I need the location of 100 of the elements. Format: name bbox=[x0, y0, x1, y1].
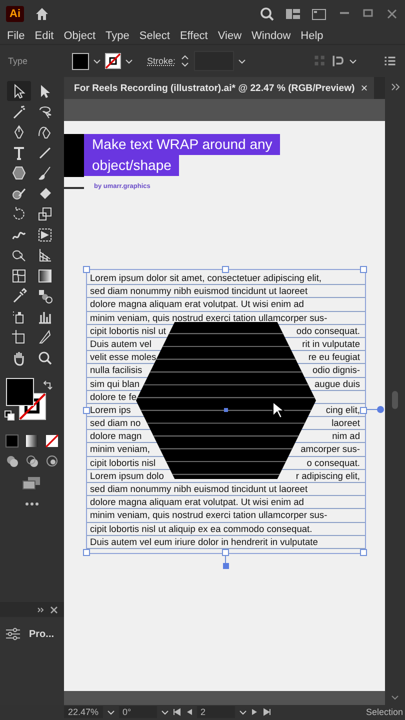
zoom-icon[interactable] bbox=[37, 350, 53, 366]
selection-handle[interactable] bbox=[222, 549, 229, 556]
menu-item[interactable]: Select bbox=[134, 30, 175, 42]
scrollbar-thumb[interactable] bbox=[392, 391, 398, 409]
previous-page-icon[interactable] bbox=[184, 708, 193, 716]
type-tool-icon[interactable] bbox=[11, 144, 27, 160]
eyedropper-icon[interactable] bbox=[11, 288, 27, 304]
color-swatch-icon[interactable] bbox=[5, 434, 19, 448]
home-icon[interactable] bbox=[34, 6, 50, 22]
text-fragment: velit esse moles bbox=[90, 351, 156, 364]
text-fragment: cipit lobortis nisl bbox=[90, 456, 156, 469]
screen-mode-icon[interactable] bbox=[22, 476, 42, 490]
none-swatch-icon[interactable] bbox=[45, 434, 59, 448]
list-menu-icon[interactable] bbox=[383, 54, 397, 68]
swap-arrow-icon[interactable] bbox=[42, 380, 54, 392]
fill-swatch[interactable] bbox=[72, 52, 89, 70]
menu-item[interactable]: Help bbox=[296, 30, 328, 42]
panel-window-icon[interactable] bbox=[311, 6, 327, 22]
selection-handle[interactable] bbox=[360, 549, 367, 556]
close-icon[interactable] bbox=[385, 8, 399, 20]
first-page-icon[interactable] bbox=[172, 708, 181, 716]
selection-type-label: Type bbox=[8, 56, 29, 66]
text-fragment: cipit lobortis nisl ut bbox=[90, 324, 166, 337]
caret-icon[interactable] bbox=[238, 58, 246, 64]
text-fragment: laoreet bbox=[332, 417, 360, 430]
knife-icon[interactable] bbox=[37, 329, 53, 345]
menu-item[interactable]: Object bbox=[58, 30, 100, 42]
tab-close-button[interactable]: × bbox=[360, 81, 368, 95]
zoom-field[interactable]: 22.47% bbox=[64, 706, 103, 718]
stepper-icon[interactable] bbox=[180, 54, 190, 68]
center-point bbox=[224, 408, 228, 412]
text-line: minim veniam, quis nostrud exerci tation ullamcorper sus- bbox=[90, 312, 328, 324]
draw-inside-icon[interactable] bbox=[45, 454, 59, 468]
draw-normal-icon[interactable] bbox=[5, 454, 19, 468]
menu-item[interactable]: View bbox=[212, 30, 247, 42]
menu-item[interactable]: Edit bbox=[30, 30, 59, 42]
next-page-icon[interactable] bbox=[250, 708, 259, 716]
selection-handle[interactable] bbox=[360, 407, 367, 414]
paintbrush-icon[interactable] bbox=[37, 165, 53, 181]
artboard-icon[interactable] bbox=[11, 329, 27, 345]
default-colors-icon[interactable] bbox=[4, 410, 15, 421]
text-fragment: Lorem ipsum dolo bbox=[90, 470, 164, 482]
caret-icon[interactable] bbox=[125, 58, 133, 64]
paragraph-align-icon[interactable] bbox=[331, 54, 345, 68]
caret-icon[interactable] bbox=[349, 58, 357, 64]
hexagon-icon[interactable] bbox=[11, 165, 27, 181]
fill-color-swatch[interactable] bbox=[6, 378, 34, 406]
text-fragment: re eu feugiat bbox=[308, 351, 360, 364]
maximize-icon[interactable] bbox=[361, 8, 375, 20]
rotate-icon[interactable] bbox=[11, 206, 27, 222]
magic-wand-icon[interactable] bbox=[11, 104, 27, 120]
caret-icon[interactable] bbox=[106, 708, 115, 716]
selection-handle[interactable] bbox=[360, 266, 367, 273]
thread-handle[interactable] bbox=[223, 563, 229, 569]
caret-icon[interactable] bbox=[160, 708, 169, 716]
menu-item[interactable]: Effect bbox=[174, 30, 213, 42]
scale-icon[interactable] bbox=[37, 206, 53, 222]
selection-handle[interactable] bbox=[83, 266, 90, 273]
perspective-grid-icon[interactable] bbox=[37, 247, 53, 263]
mesh-icon[interactable] bbox=[11, 268, 27, 284]
lasso-icon[interactable] bbox=[37, 104, 53, 120]
blend-icon[interactable] bbox=[37, 288, 53, 304]
text-fragment: odio dignis- bbox=[312, 364, 360, 376]
close-icon[interactable] bbox=[50, 606, 58, 614]
page-field[interactable]: 2 bbox=[196, 706, 235, 718]
last-page-icon[interactable] bbox=[262, 708, 271, 716]
draw-behind-icon[interactable] bbox=[25, 454, 39, 468]
stroke-none-swatch[interactable] bbox=[105, 53, 121, 69]
line-icon[interactable] bbox=[37, 144, 53, 160]
curvature-pen-icon[interactable] bbox=[37, 124, 53, 140]
selection-handle[interactable] bbox=[83, 407, 90, 414]
scroll-down-icon[interactable] bbox=[391, 695, 399, 701]
widget-handle[interactable] bbox=[377, 406, 384, 413]
menu-item[interactable]: File bbox=[2, 30, 30, 42]
document-tab[interactable]: For Reels Recording (illustrator).ai* @ 22.47 % (RGB/Preview) bbox=[74, 82, 355, 94]
stroke-label[interactable]: Stroke: bbox=[147, 56, 176, 66]
shaper-icon[interactable] bbox=[11, 186, 27, 202]
menu-item[interactable]: Window bbox=[246, 30, 296, 42]
collapse-icon[interactable] bbox=[37, 606, 44, 612]
text-fragment: dolore magn bbox=[90, 430, 142, 442]
selection-handle[interactable] bbox=[222, 266, 229, 273]
text-line: cipit lobortis nisl ut aliquip ex ea commodo consequat. bbox=[90, 522, 312, 535]
rotation-field[interactable]: 0° bbox=[118, 706, 157, 718]
text-line: dolore magna aliquam erat volutpat. Ut wisi enim ad bbox=[90, 298, 304, 311]
gradient-swatch-icon[interactable] bbox=[25, 434, 39, 448]
free-transform-icon[interactable] bbox=[37, 226, 53, 242]
search-icon[interactable] bbox=[259, 6, 275, 22]
selection-handle[interactable] bbox=[83, 549, 90, 556]
sliders-icon[interactable] bbox=[5, 626, 21, 642]
caret-icon[interactable] bbox=[238, 708, 247, 716]
expand-panels-icon[interactable] bbox=[390, 83, 400, 91]
gradient-icon[interactable] bbox=[37, 268, 53, 284]
caret-icon[interactable] bbox=[93, 58, 101, 64]
more-icon[interactable] bbox=[24, 502, 40, 506]
text-line: minim veniam, quis nostrud exerci tation ullamcorper sus- bbox=[90, 509, 328, 522]
properties-panel-button[interactable]: Pro... bbox=[0, 625, 60, 643]
workspace-layout-icon[interactable] bbox=[285, 6, 301, 22]
text-fragment: Duis autem vel bbox=[90, 338, 152, 350]
tool-button[interactable] bbox=[7, 81, 31, 101]
menu-item[interactable]: Type bbox=[100, 30, 134, 42]
